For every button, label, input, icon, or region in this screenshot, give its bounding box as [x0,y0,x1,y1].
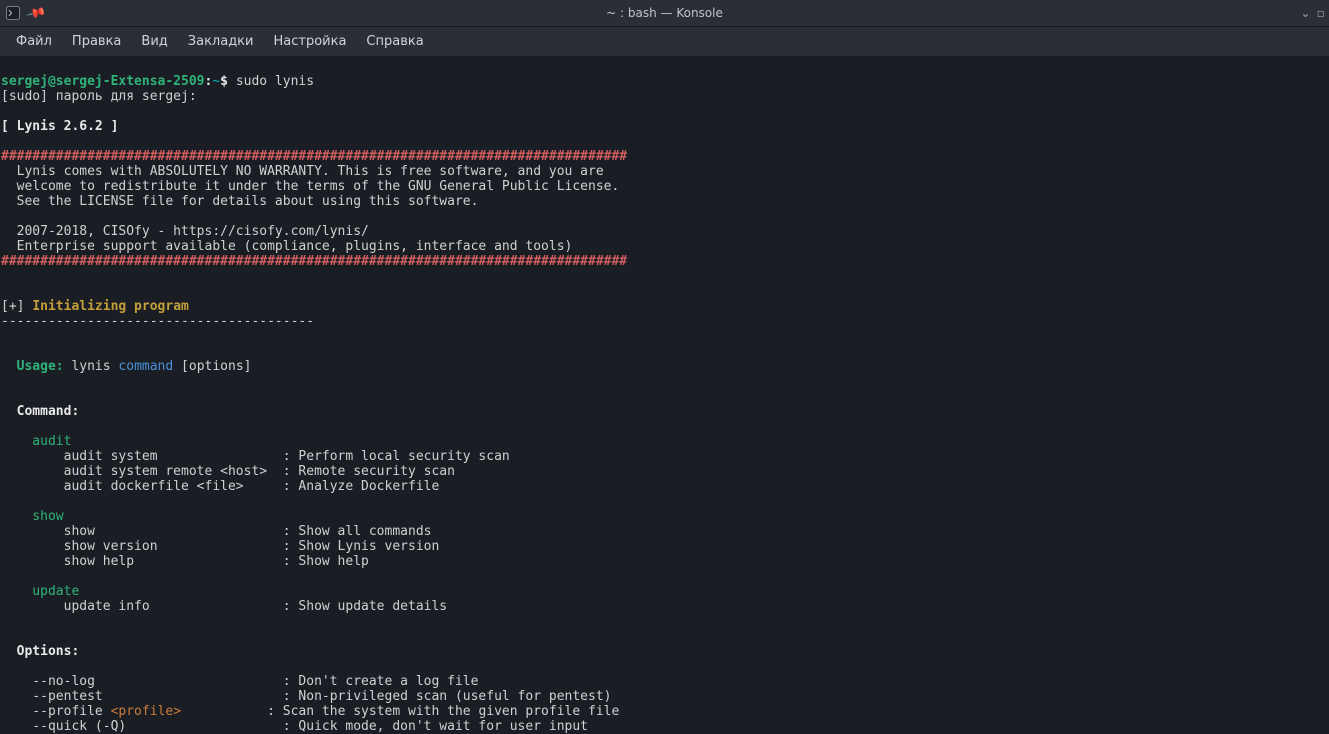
window-title: ~ : bash — Konsole [606,6,723,21]
show-line-2: show version : Show Lynis version [1,539,439,554]
init-bracket: [+] [1,299,32,314]
typed-command: sudo lynis [236,74,314,89]
banner-hash-top: ########################################… [1,149,627,164]
menu-bookmarks[interactable]: Закладки [178,28,264,55]
menubar: Файл Правка Вид Закладки Настройка Справ… [0,27,1329,57]
titlebar-controls: ⌄ ◇ [1300,6,1325,21]
banner-hash-bottom: ########################################… [1,254,627,269]
menu-settings[interactable]: Настройка [263,28,356,55]
terminal-output[interactable]: sergej@sergej-Extensa-2509:~$ sudo lynis… [0,57,1329,734]
update-title: update [1,584,79,599]
titlebar: 📌 ~ : bash — Konsole ⌄ ◇ [0,0,1329,27]
prompt-path: ~ [212,74,220,89]
init-text: Initializing program [32,299,189,314]
usage-text: lynis [64,359,119,374]
sudo-prompt: [sudo] пароль для sergej: [1,89,197,104]
banner-line-1: Lynis comes with ABSOLUTELY NO WARRANTY.… [1,164,604,179]
menu-help[interactable]: Справка [356,28,433,55]
banner-line-3: See the LICENSE file for details about u… [1,194,478,209]
terminal-icon [6,6,20,20]
banner-line-4: 2007-2018, CISOfy - https://cisofy.com/l… [1,224,369,239]
prompt-userhost: sergej@sergej-Extensa-2509 [1,74,205,89]
menu-view[interactable]: Вид [131,28,177,55]
option-no-log: --no-log : Don't create a log file [1,674,478,689]
usage-label: Usage: [17,359,64,374]
minimize-icon[interactable]: ⌄ [1300,6,1310,21]
usage-options: [options] [173,359,251,374]
pin-icon[interactable]: 📌 [25,2,47,23]
titlebar-left: 📌 [0,6,44,21]
show-title: show [1,509,64,524]
option-profile-a: --profile [1,704,111,719]
banner-line-5: Enterprise support available (compliance… [1,239,572,254]
audit-line-1: audit system : Perform local security sc… [1,449,510,464]
audit-title: audit [1,434,71,449]
options-header: Options: [1,644,79,659]
audit-line-3: audit dockerfile <file> : Analyze Docker… [1,479,439,494]
maximize-icon[interactable]: ◇ [1312,5,1329,22]
menu-edit[interactable]: Правка [62,28,131,55]
usage-command: command [118,359,173,374]
option-profile-b: : Scan the system with the given profile… [181,704,619,719]
command-header: Command: [1,404,79,419]
prompt-dollar: $ [220,74,236,89]
option-pentest: --pentest : Non-privileged scan (useful … [1,689,611,704]
show-line-3: show help : Show help [1,554,369,569]
audit-line-2: audit system remote <host> : Remote secu… [1,464,455,479]
init-dashes: ---------------------------------------- [1,314,314,329]
banner-line-2: welcome to redistribute it under the ter… [1,179,619,194]
show-line-1: show : Show all commands [1,524,431,539]
lynis-version: [ Lynis 2.6.2 ] [1,119,118,134]
update-line-1: update info : Show update details [1,599,447,614]
menu-file[interactable]: Файл [6,28,62,55]
option-profile-arg: <profile> [111,704,181,719]
